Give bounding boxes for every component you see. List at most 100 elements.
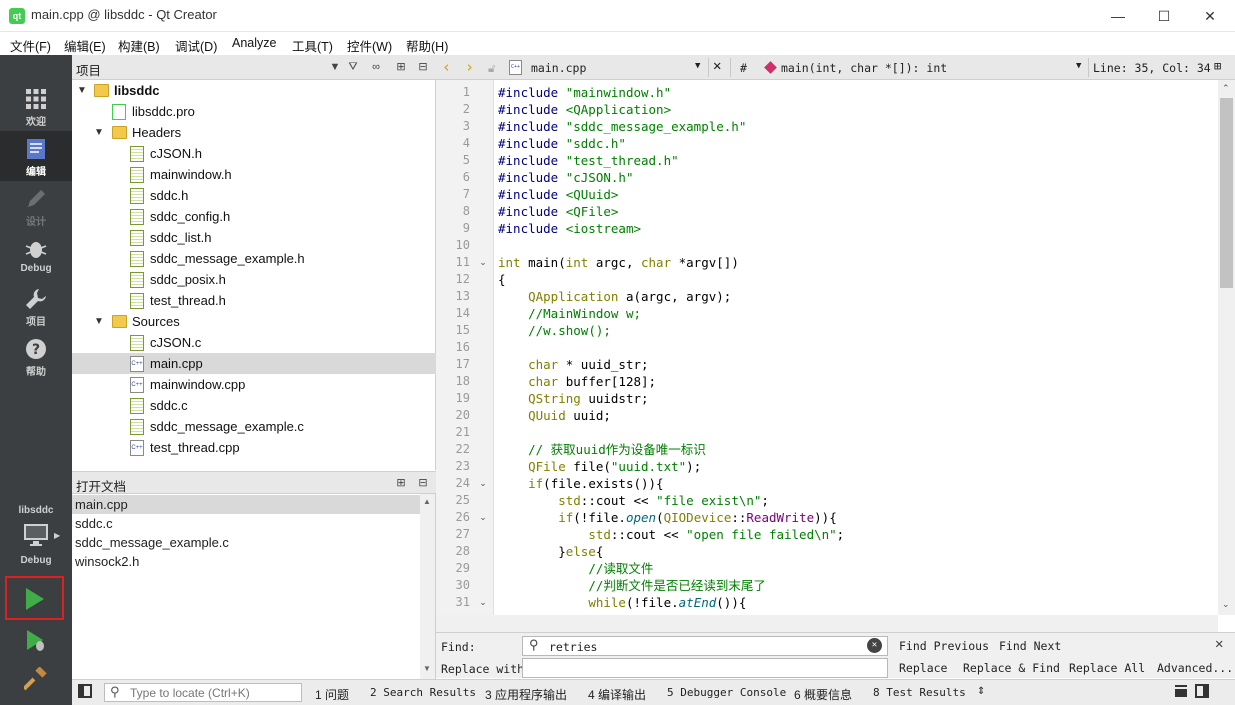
output-tab-issues[interactable]: 1 问题 bbox=[315, 686, 349, 703]
maximize-button[interactable]: ☐ bbox=[1141, 0, 1187, 32]
close-document-icon[interactable]: ✕ bbox=[713, 58, 721, 74]
bug-icon bbox=[25, 242, 47, 258]
clear-find-icon[interactable]: ✕ bbox=[867, 638, 882, 653]
tree-item[interactable]: test_thread.h bbox=[72, 290, 436, 311]
tree-item[interactable]: sddc_posix.h bbox=[72, 269, 436, 290]
tree-item[interactable]: C++ test_thread.cpp bbox=[72, 437, 436, 458]
tree-project-root[interactable]: ▼ libsddc bbox=[72, 80, 436, 101]
view-dropdown-icon[interactable]: ▼ bbox=[327, 60, 343, 74]
run-button[interactable] bbox=[5, 576, 64, 620]
tree-item-selected[interactable]: C++ main.cpp bbox=[72, 353, 436, 374]
find-input[interactable]: ⚲ retries ✕ bbox=[522, 636, 888, 656]
tree-item-pro[interactable]: libsddc.pro bbox=[72, 101, 436, 122]
tree-label: mainwindow.cpp bbox=[150, 377, 246, 392]
mode-help-label: 帮助 bbox=[26, 367, 46, 378]
symbol-dropdown-icon[interactable]: ▼ bbox=[1076, 61, 1081, 71]
more-tabs-icon[interactable]: ⇕ bbox=[977, 686, 985, 697]
tree-sources-folder[interactable]: ▼ Sources bbox=[72, 311, 436, 332]
scroll-down-icon[interactable]: ▼ bbox=[423, 664, 431, 673]
mode-help[interactable]: ? 帮助 bbox=[0, 331, 72, 381]
advanced-button[interactable]: Advanced... bbox=[1157, 661, 1233, 675]
symbol-selector[interactable]: main(int, char *[]): int bbox=[781, 61, 947, 75]
find-previous-button[interactable]: Find Previous bbox=[899, 639, 989, 653]
close-find-icon[interactable]: ✕ bbox=[1215, 636, 1223, 652]
file-dropdown-icon[interactable]: ▼ bbox=[695, 61, 700, 71]
close-button[interactable]: ✕ bbox=[1187, 0, 1233, 32]
tree-item[interactable]: cJSON.h bbox=[72, 143, 436, 164]
tree-headers-folder[interactable]: ▼ Headers bbox=[72, 122, 436, 143]
code-editor[interactable]: 1 2 3 4 5 6 7 8 9 10 11 ⌄ 12 13 14 15 16 17 18 19 20 21 22 23 24… bbox=[436, 80, 1235, 615]
replace-input[interactable] bbox=[522, 658, 888, 678]
menu-widgets[interactable]: 控件(W) bbox=[347, 36, 392, 55]
open-document-item[interactable]: sddc_message_example.c bbox=[72, 533, 420, 552]
menu-help[interactable]: 帮助(H) bbox=[406, 36, 448, 55]
open-documents-scrollbar[interactable]: ▲ ▼ bbox=[420, 494, 435, 679]
menu-analyze[interactable]: Analyze bbox=[232, 36, 276, 50]
scroll-down-icon[interactable]: ⌄ bbox=[1222, 599, 1230, 610]
tree-item[interactable]: sddc_message_example.c bbox=[72, 416, 436, 437]
menu-tools[interactable]: 工具(T) bbox=[292, 36, 333, 55]
progress-details-icon[interactable] bbox=[1175, 685, 1187, 697]
scrollbar-thumb[interactable] bbox=[1220, 98, 1233, 288]
scroll-up-icon[interactable]: ▲ bbox=[423, 497, 431, 506]
chevron-down-icon[interactable]: ▼ bbox=[93, 311, 105, 332]
close-pane-icon[interactable]: ⊟ bbox=[415, 60, 431, 74]
mode-welcome[interactable]: 欢迎 bbox=[0, 81, 72, 131]
tree-item[interactable]: sddc_config.h bbox=[72, 206, 436, 227]
replace-find-button[interactable]: Replace & Find bbox=[963, 661, 1060, 675]
editor-hscrollbar[interactable] bbox=[436, 615, 1218, 632]
output-tab-search-results[interactable]: 2 Search Results bbox=[370, 686, 476, 699]
toggle-sidebar-icon[interactable] bbox=[78, 684, 92, 698]
menu-file[interactable]: 文件(F) bbox=[10, 36, 51, 55]
chevron-down-icon[interactable]: ▼ bbox=[93, 122, 105, 143]
toggle-right-sidebar-icon[interactable] bbox=[1195, 684, 1209, 698]
scroll-up-icon[interactable]: ⌃ bbox=[1222, 83, 1230, 94]
tree-item[interactable]: cJSON.c bbox=[72, 332, 436, 353]
menu-build[interactable]: 构建(B) bbox=[118, 36, 160, 55]
link-icon[interactable]: ∞ bbox=[368, 60, 384, 74]
code-line: while(!file.atEnd()){ bbox=[588, 595, 747, 610]
build-button[interactable] bbox=[0, 661, 72, 697]
split-icon[interactable]: ⊞ bbox=[393, 60, 409, 74]
split-icon[interactable]: ⊞ bbox=[393, 476, 409, 490]
output-tab-debugger-console[interactable]: 5 Debugger Console bbox=[667, 686, 786, 699]
menu-edit[interactable]: 编辑(E) bbox=[64, 36, 106, 55]
menu-debug[interactable]: 调试(D) bbox=[175, 36, 217, 55]
open-document-item[interactable]: winsock2.h bbox=[72, 552, 420, 571]
debug-run-button[interactable] bbox=[0, 623, 72, 659]
kit-selector[interactable]: ▶ Debug bbox=[0, 521, 72, 567]
navigate-forward-icon[interactable]: › bbox=[465, 58, 474, 76]
navigate-back-icon[interactable]: ‹ bbox=[442, 58, 451, 76]
locator-input[interactable]: ⚲ Type to locate (Ctrl+K) bbox=[104, 683, 302, 702]
replace-all-button[interactable]: Replace All bbox=[1069, 661, 1145, 675]
cursor-position[interactable]: Line: 35, Col: 34 bbox=[1093, 61, 1211, 75]
mode-debug[interactable]: Debug bbox=[0, 231, 72, 281]
code-area[interactable]: #include "mainwindow.h" #include <QApplic… bbox=[436, 84, 1216, 614]
split-editor-icon[interactable]: ⊞ bbox=[1214, 59, 1221, 73]
output-tab-compile-output[interactable]: 4 编译输出 bbox=[588, 686, 646, 703]
tree-item[interactable]: C++ mainwindow.cpp bbox=[72, 374, 436, 395]
open-document-item[interactable]: sddc.c bbox=[72, 514, 420, 533]
chevron-down-icon[interactable]: ▼ bbox=[76, 80, 88, 101]
open-document-item[interactable]: main.cpp bbox=[72, 495, 420, 514]
output-tab-application-output[interactable]: 3 应用程序输出 bbox=[485, 686, 567, 703]
editor-scrollbar[interactable]: ⌃ ⌄ bbox=[1218, 80, 1235, 615]
find-next-button[interactable]: Find Next bbox=[999, 639, 1061, 653]
tree-item[interactable]: sddc.c bbox=[72, 395, 436, 416]
cpp-file-icon: C++ bbox=[509, 60, 522, 75]
output-tab-general-messages[interactable]: 6 概要信息 bbox=[794, 686, 852, 703]
filter-icon[interactable]: ⛛ bbox=[345, 60, 361, 74]
current-file-name[interactable]: main.cpp bbox=[531, 61, 586, 75]
tree-item[interactable]: sddc.h bbox=[72, 185, 436, 206]
mode-design[interactable]: 设计 bbox=[0, 181, 72, 231]
mode-edit[interactable]: 编辑 bbox=[0, 131, 72, 181]
mode-projects[interactable]: 项目 bbox=[0, 281, 72, 331]
tree-item[interactable]: sddc_list.h bbox=[72, 227, 436, 248]
close-pane-icon[interactable]: ⊟ bbox=[415, 476, 431, 490]
editor-toolbar: ‹ › 🔓︎ C++ main.cpp ▼ ✕ # main(int, char… bbox=[436, 55, 1235, 80]
output-tab-test-results[interactable]: 8 Test Results bbox=[873, 686, 966, 699]
replace-button[interactable]: Replace bbox=[899, 661, 947, 675]
tree-item[interactable]: mainwindow.h bbox=[72, 164, 436, 185]
tree-item[interactable]: sddc_message_example.h bbox=[72, 248, 436, 269]
minimize-button[interactable]: — bbox=[1095, 0, 1141, 32]
